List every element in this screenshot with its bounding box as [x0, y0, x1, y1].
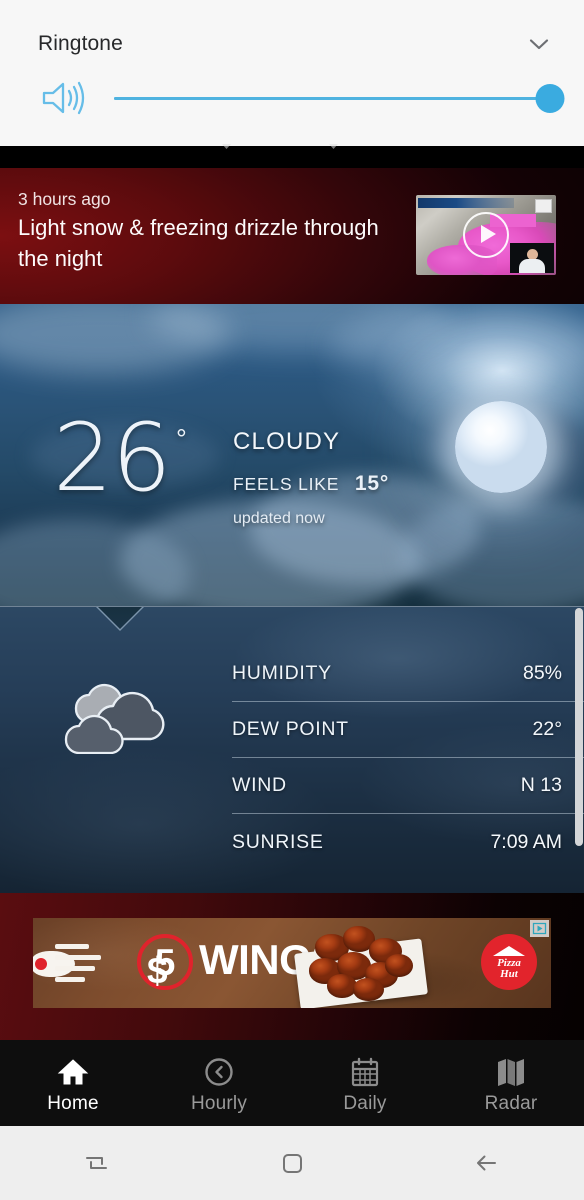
detail-label: HUMIDITY: [232, 662, 332, 684]
alert-timestamp: 3 hours ago: [18, 189, 111, 209]
last-updated-text: updated now: [233, 510, 325, 527]
feels-like-value: 15°: [354, 472, 390, 495]
detail-row: HUMIDITY 85%: [232, 646, 584, 702]
detail-value: N 13: [520, 774, 562, 796]
clock-icon: [203, 1055, 235, 1089]
tab-hourly[interactable]: Hourly: [146, 1040, 292, 1126]
weather-alert-banner[interactable]: 3 hours ago Light snow & freezing drizzl…: [0, 168, 584, 304]
home-button[interactable]: [195, 1126, 390, 1200]
bottom-tab-bar: Home Hourly Daily Radar: [0, 1040, 584, 1126]
temperature-degree-symbol: °: [176, 424, 187, 454]
pizza-hut-ad-banner[interactable]: $ 5 WINGS Pizza Hut: [33, 918, 551, 1008]
ringtone-title: Ringtone: [38, 32, 123, 55]
android-system-nav-bar: [0, 1126, 584, 1200]
volume-slider-fill: [114, 97, 550, 100]
detail-rows-list: HUMIDITY 85% DEW POINT 22° WIND N 13 SUNRISE 7:…: [232, 646, 584, 870]
play-circle-icon[interactable]: [463, 212, 509, 258]
volume-slider[interactable]: [114, 82, 565, 114]
pizza-hut-logo: Pizza Hut: [481, 934, 537, 990]
detail-row: WIND N 13: [232, 758, 584, 814]
calendar-icon: [349, 1055, 381, 1089]
recents-button[interactable]: [0, 1126, 195, 1200]
ad-motion-lines: [33, 942, 107, 984]
chevron-down-icon[interactable]: [522, 27, 556, 61]
tab-daily[interactable]: Daily: [292, 1040, 438, 1126]
feels-like-label: FEELS LIKE: [233, 474, 340, 494]
ringtone-slider-row: [0, 70, 584, 126]
detail-row: SUNRISE 7:09 AM: [232, 814, 584, 870]
tab-label: Home: [47, 1093, 99, 1114]
detail-value: 22°: [532, 718, 563, 740]
broadcast-title-bar: [418, 198, 514, 208]
recents-icon: [80, 1146, 114, 1180]
volume-slider-thumb[interactable]: [535, 84, 565, 113]
current-temperature: 26: [53, 404, 172, 513]
ringtone-header: Ringtone: [0, 22, 584, 66]
panel-divider-strip: [0, 146, 584, 168]
current-condition-text: CLOUDY: [233, 428, 341, 455]
details-notch: [97, 607, 143, 629]
detail-label: WIND: [232, 774, 287, 796]
detail-label: DEW POINT: [232, 718, 349, 740]
tab-radar[interactable]: Radar: [438, 1040, 584, 1126]
back-arrow-icon: [470, 1146, 504, 1180]
rounded-square-icon: [275, 1146, 309, 1180]
back-button[interactable]: [389, 1126, 584, 1200]
tab-label: Radar: [484, 1093, 538, 1114]
ad-choices-icon[interactable]: [530, 920, 549, 937]
detail-label: SUNRISE: [232, 830, 324, 853]
broadcast-logo-badge: [535, 199, 552, 213]
ad-currency-symbol: $: [147, 950, 168, 991]
pizza-hut-wordmark: Pizza Hut: [497, 957, 521, 980]
feels-like-row: FEELS LIKE 15°: [233, 472, 389, 496]
ringtone-volume-panel: Ringtone: [0, 0, 584, 146]
advertisement-zone: $ 5 WINGS Pizza Hut: [0, 893, 584, 1040]
map-icon: [495, 1055, 527, 1089]
detail-value: 85%: [522, 662, 562, 684]
detail-value: 7:09 AM: [490, 830, 562, 853]
ad-price-badge: $ 5: [137, 934, 193, 990]
presenter-body: [519, 259, 545, 273]
tab-label: Daily: [343, 1093, 387, 1114]
cloudy-clouds-icon: [52, 666, 186, 754]
details-scrollbar-thumb[interactable]: [575, 608, 583, 846]
home-icon: [57, 1055, 89, 1089]
speaker-volume-icon[interactable]: [38, 76, 92, 120]
moon-icon: [455, 401, 547, 493]
tab-label: Hourly: [190, 1093, 248, 1114]
pizza-hut-roof-icon: [493, 946, 525, 956]
presenter-inset: [510, 243, 554, 273]
weather-radar-video-thumbnail[interactable]: [416, 195, 556, 275]
ad-food-image: [291, 920, 433, 1008]
detail-row: DEW POINT 22°: [232, 702, 584, 758]
alert-headline: Light snow & freezing drizzle through th…: [18, 215, 379, 271]
phone-screen: Ringtone 3 hours ago Light snow & freezi…: [0, 0, 584, 1200]
tab-home[interactable]: Home: [0, 1040, 146, 1126]
